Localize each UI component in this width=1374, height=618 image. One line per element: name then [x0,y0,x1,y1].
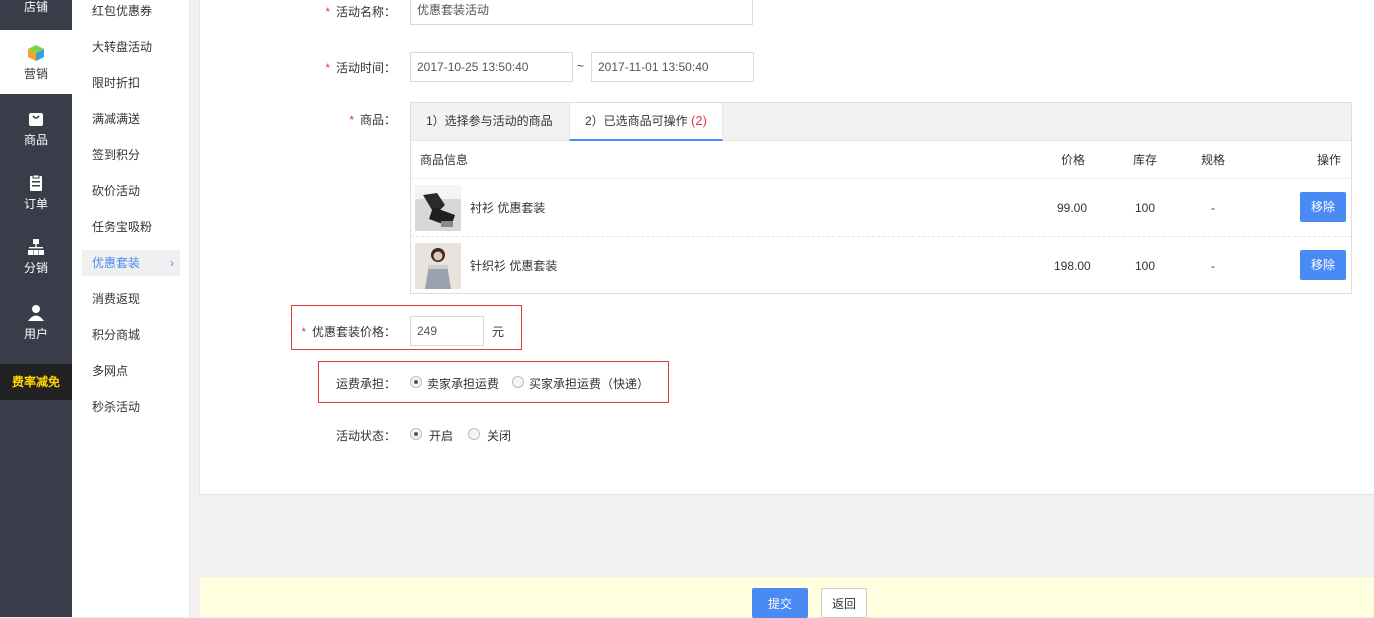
goods-price: 198.00 [1054,259,1091,273]
remove-goods-button[interactable]: 移除 [1300,192,1346,222]
nav-item-store[interactable]: 店铺 [0,0,72,28]
required-mark: * [325,61,330,75]
selected-count-badge: (2) [691,113,707,128]
header-stock: 库存 [1133,153,1158,167]
goods-thumbnail [415,243,461,289]
fee-reduction-promo[interactable]: 费率减免 [0,364,72,400]
nav-item-label: 营销 [23,67,48,81]
submenu-item-bundle-deal[interactable]: 优惠套装 › [82,250,180,276]
submenu-item-task-fans[interactable]: 任务宝吸粉 [82,214,180,240]
goods-spec: - [1211,259,1215,273]
bundle-price-input[interactable]: 249 [410,316,484,346]
activity-name-input[interactable]: 优惠套装活动 [410,0,753,25]
distribution-tree-icon [28,239,44,255]
submenu-item-checkin-points[interactable]: 签到积分 [82,142,180,168]
nav-item-goods[interactable]: 商品 [0,110,72,160]
shipping-seller-label[interactable]: 卖家承担运费 [427,375,499,392]
remove-goods-button[interactable]: 移除 [1300,250,1346,280]
shipping-label: 运费承担： [335,377,396,391]
submenu-item-bargain[interactable]: 砍价活动 [82,178,180,204]
status-off-label[interactable]: 关闭 [487,427,511,444]
nav-item-users[interactable]: 用户 [0,304,72,354]
nav-item-marketing[interactable]: 营销 [0,30,72,94]
goods-stock: 100 [1135,259,1156,273]
tab-selected-goods[interactable]: 2）已选商品可操作 (2) [569,103,723,141]
status-off-radio[interactable] [468,428,480,440]
goods-price: 99.00 [1057,201,1088,215]
shipping-buyer-label[interactable]: 买家承担运费（快递） [529,375,649,392]
goods-bag-icon [29,113,43,126]
goods-tabs: 1）选择参与活动的商品 2）已选商品可操作 (2) [411,103,1351,141]
goods-table-header: 商品信息 价格 库存 规格 操作 [411,141,1351,179]
status-on-label[interactable]: 开启 [429,427,453,444]
required-mark: * [349,113,354,127]
submenu-item-flash-sale[interactable]: 秒杀活动 [82,394,180,420]
user-icon [28,305,44,321]
goods-name: 针织衫 优惠套装 [470,259,558,273]
goods-thumbnail [415,185,461,231]
form-panel: * 活动名称： 优惠套装活动 * 活动时间： 2017-10-25 13:50:40… [199,0,1374,495]
submenu-item-cashback[interactable]: 消费返现 [82,286,180,312]
header-price: 价格 [1061,153,1086,167]
header-goods-info: 商品信息 [420,153,469,167]
status-on-radio[interactable] [410,428,422,440]
shipping-seller-radio[interactable] [410,376,422,388]
goods-stock: 100 [1135,201,1156,215]
header-action: 操作 [1317,153,1342,167]
nav-item-label: 用户 [23,327,48,341]
chevron-right-icon: › [170,256,174,270]
main-nav: 店铺 营销 商品 订单 分销 用户 费率减免 [0,0,72,617]
table-row: 衬衫 优惠套装 99.00 100 - 移除 [411,179,1351,237]
bundle-price-label: * 优惠套装价格： [301,325,396,339]
nav-item-label: 商品 [23,133,48,147]
submenu-item-multi-store[interactable]: 多网点 [82,358,180,384]
nav-item-orders[interactable]: 订单 [0,174,72,224]
goods-selector: 1）选择参与活动的商品 2）已选商品可操作 (2) 商品信息 价格 库存 规格 … [410,102,1352,294]
form-footer-bar: 提交 返回 [200,577,1374,618]
nav-item-label: 订单 [23,197,48,211]
nav-item-label: 店铺 [23,0,48,14]
shipping-buyer-radio[interactable] [512,376,524,388]
order-clipboard-icon [30,174,42,191]
bundle-price-unit: 元 [492,325,505,339]
submit-button[interactable]: 提交 [752,588,808,618]
header-spec: 规格 [1201,153,1226,167]
activity-time-label: * 活动时间： [325,61,396,75]
goods-label: * 商品： [349,113,396,127]
required-mark: * [301,325,306,339]
table-row: 针织衫 优惠套装 198.00 100 - 移除 [411,237,1351,295]
activity-status-label: 活动状态： [335,429,396,443]
submenu-item-limited-discount[interactable]: 限时折扣 [82,70,180,96]
back-button[interactable]: 返回 [821,588,867,618]
goods-name: 衬衫 优惠套装 [470,201,546,215]
tab-select-goods[interactable]: 1）选择参与活动的商品 [411,103,568,141]
end-time-input[interactable]: 2017-11-01 13:50:40 [591,52,754,82]
marketing-cube-icon [28,45,44,61]
required-mark: * [325,5,330,19]
marketing-submenu: 红包优惠券 大转盘活动 限时折扣 满减满送 签到积分 砍价活动 任务宝吸粉 优惠… [72,0,190,617]
submenu-item-label: 优惠套装 [92,256,141,270]
goods-spec: - [1211,201,1215,215]
activity-name-label: * 活动名称： [325,5,396,19]
nav-item-distribution[interactable]: 分销 [0,238,72,288]
submenu-item-full-reduction[interactable]: 满减满送 [82,106,180,132]
start-time-input[interactable]: 2017-10-25 13:50:40 [410,52,573,82]
time-separator: ~ [577,59,585,73]
nav-item-label: 分销 [23,261,48,275]
submenu-item-points-mall[interactable]: 积分商城 [82,322,180,348]
submenu-item-red-packet-coupon[interactable]: 红包优惠券 [82,0,180,24]
submenu-item-lucky-wheel[interactable]: 大转盘活动 [82,34,180,60]
